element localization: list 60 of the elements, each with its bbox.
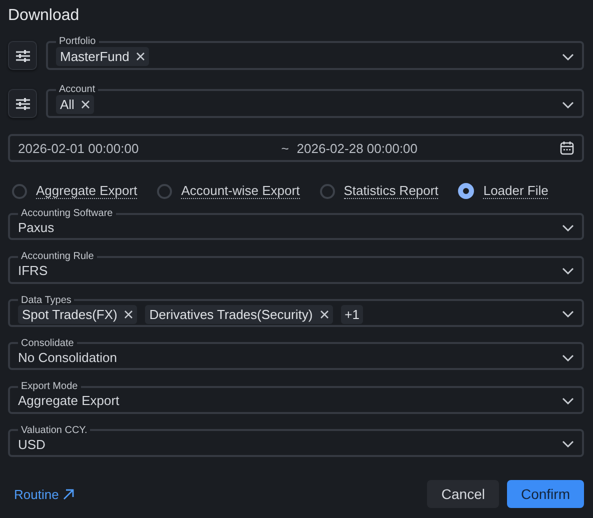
tag-chip[interactable]: Derivatives Trades(Security) bbox=[145, 304, 333, 324]
select-field[interactable]: Consolidate No Consolidation bbox=[8, 338, 584, 370]
close-icon[interactable] bbox=[320, 310, 329, 319]
close-icon[interactable] bbox=[81, 100, 90, 109]
select-field[interactable]: Accounting Software Paxus bbox=[8, 208, 584, 240]
radio-label[interactable]: Loader File bbox=[483, 184, 548, 198]
field-label: Portfolio bbox=[58, 36, 97, 47]
radio-button[interactable] bbox=[157, 184, 172, 198]
field-value: Paxus bbox=[18, 220, 56, 236]
filter-button[interactable] bbox=[8, 41, 37, 70]
radio-label[interactable]: Aggregate Export bbox=[36, 184, 138, 198]
field-label: Export Mode bbox=[20, 381, 79, 392]
chevron-down-icon bbox=[562, 440, 574, 448]
cancel-button[interactable]: Cancel bbox=[427, 480, 499, 508]
radio-button[interactable] bbox=[320, 184, 335, 198]
select-field[interactable]: Valuation CCY. USD bbox=[8, 424, 584, 457]
field-label: Consolidate bbox=[20, 338, 75, 349]
filter-button[interactable] bbox=[8, 89, 37, 118]
range-separator: ~ bbox=[281, 140, 289, 156]
select-field[interactable]: Accounting Rule IFRS bbox=[8, 251, 584, 284]
radio-label[interactable]: Statistics Report bbox=[344, 184, 438, 198]
tag-chip[interactable]: Spot Trades(FX) bbox=[18, 304, 138, 324]
field-value: IFRS bbox=[18, 263, 49, 278]
sliders-icon bbox=[16, 98, 30, 110]
chevron-down-icon bbox=[562, 100, 574, 108]
radio-button[interactable] bbox=[458, 183, 474, 199]
radio-label[interactable]: Account-wise Export bbox=[181, 184, 300, 198]
sliders-icon bbox=[16, 50, 30, 62]
chevron-down-icon bbox=[562, 396, 574, 405]
tag-chip[interactable]: MasterFund bbox=[56, 47, 150, 66]
field-label: Account bbox=[58, 84, 96, 95]
field-value: No Consolidation bbox=[18, 350, 118, 366]
chevron-down-icon bbox=[562, 52, 574, 60]
select-field[interactable]: Account All bbox=[46, 84, 584, 118]
date-range-field[interactable]: 2026-02-01 00:00:00 ~ 2026-02-28 00:00:00 bbox=[8, 134, 584, 162]
start-date: 2026-02-01 00:00:00 bbox=[18, 140, 139, 156]
select-field[interactable]: Portfolio MasterFund bbox=[46, 36, 584, 70]
calendar-icon[interactable] bbox=[560, 141, 574, 155]
dialog-title: Download bbox=[8, 7, 80, 25]
chevron-down-icon bbox=[562, 310, 574, 318]
field-label: Accounting Rule bbox=[20, 251, 95, 262]
field-value: USD bbox=[18, 436, 46, 452]
end-date: 2026-02-28 00:00:00 bbox=[296, 140, 418, 156]
chevron-down-icon bbox=[562, 266, 574, 275]
close-icon[interactable] bbox=[124, 310, 134, 319]
confirm-button[interactable]: Confirm bbox=[506, 480, 584, 508]
more-count: +1 bbox=[340, 304, 364, 324]
chevron-down-icon bbox=[562, 354, 574, 362]
radio-button[interactable] bbox=[12, 184, 27, 198]
field-value: Aggregate Export bbox=[18, 393, 120, 408]
tag-chip[interactable]: All bbox=[56, 95, 94, 114]
chevron-down-icon bbox=[562, 224, 574, 232]
select-field[interactable]: Export Mode Aggregate Export bbox=[8, 381, 584, 414]
close-icon[interactable] bbox=[136, 52, 146, 61]
arrow-up-right-icon bbox=[62, 488, 74, 500]
field-label: Valuation CCY. bbox=[20, 424, 88, 436]
field-label: Accounting Software bbox=[20, 208, 114, 219]
field-label: Data Types bbox=[20, 294, 72, 306]
routine-link[interactable]: Routine bbox=[14, 486, 74, 502]
select-field[interactable]: Data Types Spot Trades(FX) Derivatives Trades(Security) +1 bbox=[8, 294, 584, 327]
